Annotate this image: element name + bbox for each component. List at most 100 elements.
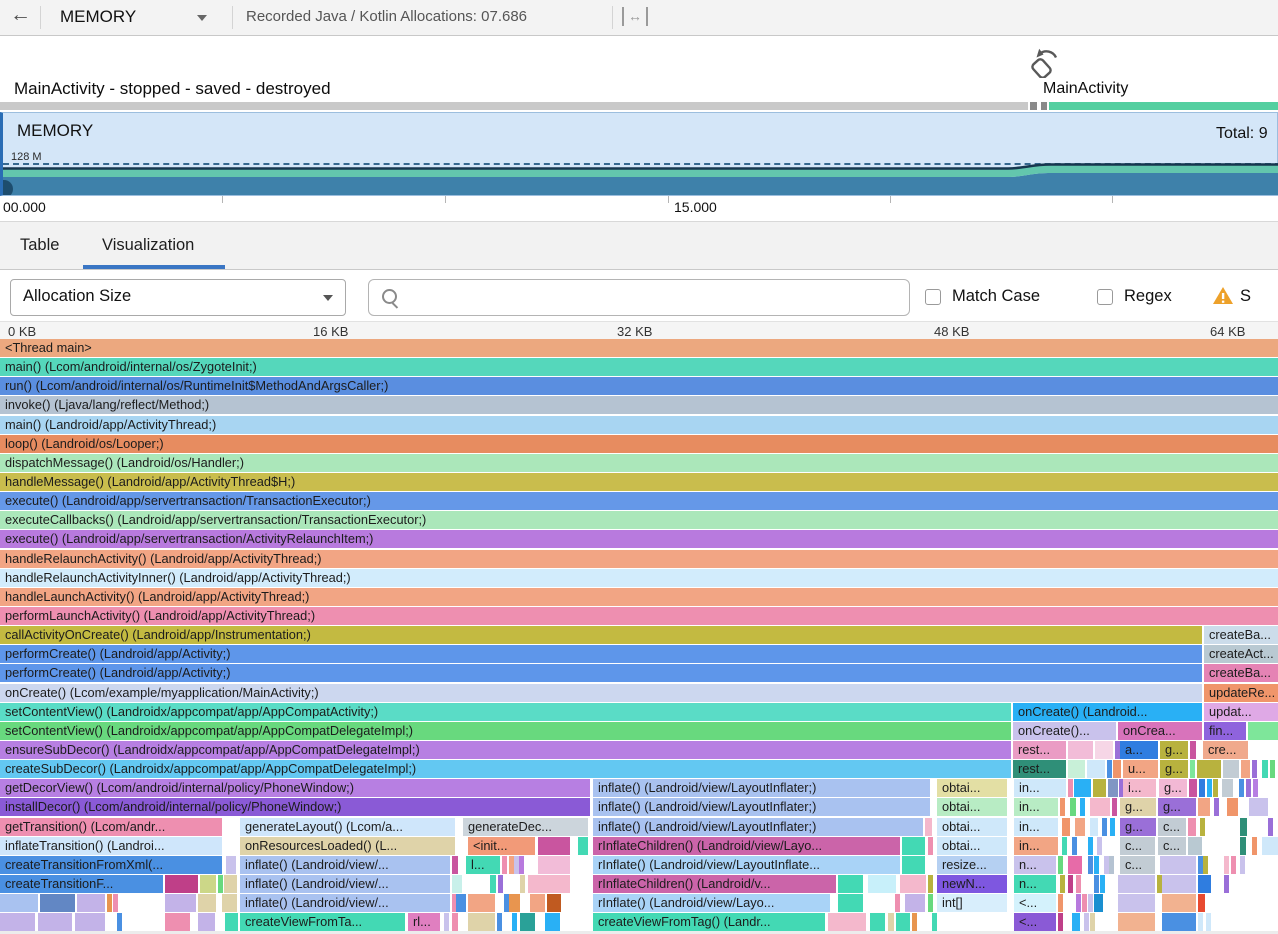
flame-segment[interactable] (218, 875, 223, 893)
flame-segment[interactable]: in... (1014, 837, 1058, 855)
flame-segment[interactable] (838, 894, 863, 912)
flame-segment[interactable] (1094, 856, 1099, 874)
flame-segment[interactable] (113, 894, 118, 912)
flame-segment[interactable]: in... (1014, 818, 1058, 836)
flame-segment[interactable] (900, 875, 926, 893)
flame-segment[interactable] (1262, 760, 1268, 778)
flame-segment[interactable]: obtai... (937, 798, 1007, 816)
group-by-dropdown[interactable]: Allocation Size (10, 279, 346, 316)
flame-segment[interactable] (1097, 837, 1102, 855)
flame-segment[interactable]: rInflateChildren() (Landroid/view/Layo..… (593, 837, 900, 855)
flame-segment[interactable]: generateLayout() (Lcom/a... (240, 818, 455, 836)
flame-segment[interactable] (1076, 875, 1081, 893)
flame-segment[interactable] (1241, 760, 1250, 778)
flame-segment[interactable] (1239, 779, 1244, 797)
flame-segment[interactable] (838, 875, 863, 893)
flame-segment[interactable] (225, 913, 238, 931)
flame-segment[interactable] (1199, 779, 1205, 797)
flame-segment[interactable] (888, 913, 894, 931)
flame-segment[interactable] (1113, 760, 1121, 778)
flame-segment[interactable] (1252, 760, 1257, 778)
flame-segment[interactable] (1090, 913, 1095, 931)
back-button[interactable]: ← (10, 3, 31, 27)
flame-segment[interactable] (1088, 837, 1093, 855)
flame-segment[interactable] (1058, 894, 1063, 912)
flame-segment[interactable]: performCreate() (Landroid/app/Activity;) (0, 645, 1202, 663)
flame-segment[interactable]: i... (1123, 779, 1156, 797)
flame-segment[interactable] (1080, 798, 1085, 816)
flame-segment[interactable] (1094, 875, 1099, 893)
flame-segment[interactable] (1088, 894, 1093, 912)
flame-segment[interactable] (1084, 913, 1089, 931)
flame-segment[interactable]: main() (Landroid/app/ActivityThread;) (0, 416, 1278, 434)
flame-segment[interactable]: updat... (1204, 703, 1278, 721)
flame-segment[interactable]: generateDec... (463, 818, 588, 836)
flame-segment[interactable]: <Thread main> (0, 339, 1278, 357)
flame-segment[interactable] (538, 837, 570, 855)
flame-segment[interactable]: createViewFromTa... (240, 913, 405, 931)
timeline-axis[interactable]: 00.00015.000 (0, 196, 1278, 221)
flame-segment[interactable]: in... (1014, 779, 1066, 797)
flame-segment[interactable]: callActivityOnCreate() (Landroid/app/Ins… (0, 626, 1202, 644)
flame-segment[interactable]: onCreate() (Lcom/example/myapplication/M… (0, 684, 1202, 702)
flame-segment[interactable] (1162, 875, 1196, 893)
flame-segment[interactable]: performCreate() (Landroid/app/Activity;) (0, 664, 1202, 682)
flame-segment[interactable]: obtai... (937, 818, 1007, 836)
flame-segment[interactable] (1058, 913, 1063, 931)
flame-segment[interactable]: onResourcesLoaded() (L... (240, 837, 455, 855)
flame-segment[interactable] (1160, 856, 1196, 874)
flame-segment[interactable] (497, 913, 502, 931)
flame-segment[interactable] (452, 913, 458, 931)
search-box[interactable] (368, 279, 910, 316)
flame-segment[interactable]: installDecor() (Lcom/android/internal/po… (0, 798, 590, 816)
flame-segment[interactable] (1253, 779, 1258, 797)
flame-segment[interactable]: createAct... (1204, 645, 1278, 663)
flame-segment[interactable] (452, 856, 458, 874)
flame-segment[interactable] (198, 913, 215, 931)
flame-segment[interactable] (1198, 894, 1205, 912)
flame-segment[interactable] (1108, 779, 1118, 797)
flame-segment[interactable] (1203, 856, 1208, 874)
flame-segment[interactable]: onCrea... (1118, 722, 1202, 740)
flame-segment[interactable]: handleMessage() (Landroid/app/ActivityTh… (0, 473, 1278, 491)
flame-segment[interactable] (902, 837, 925, 855)
flame-segment[interactable] (1068, 741, 1093, 759)
flame-segment[interactable] (1240, 818, 1247, 836)
flame-segment[interactable]: <init... (468, 837, 535, 855)
flame-segment[interactable]: l... (466, 856, 500, 874)
flame-segment[interactable]: g... (1158, 798, 1196, 816)
flame-segment[interactable] (1075, 818, 1085, 836)
flame-segment[interactable]: resize... (937, 856, 1007, 874)
zoom-to-fit-icon[interactable]: ↔ (622, 7, 648, 26)
flame-segment[interactable]: g... (1159, 779, 1187, 797)
flame-segment[interactable]: execute() (Landroid/app/servertransactio… (0, 492, 1278, 510)
flame-segment[interactable]: getTransition() (Lcom/andr... (0, 818, 222, 836)
flame-segment[interactable] (1068, 760, 1085, 778)
flame-segment[interactable]: executeCallbacks() (Landroid/app/servert… (0, 511, 1278, 529)
flame-segment[interactable] (1093, 779, 1106, 797)
flame-segment[interactable] (224, 875, 237, 893)
flame-segment[interactable]: createBa... (1204, 664, 1278, 682)
flame-segment[interactable] (538, 856, 570, 874)
flame-segment[interactable]: onCreate()... (1013, 722, 1116, 740)
flame-segment[interactable] (0, 894, 38, 912)
flame-segment[interactable] (912, 913, 917, 931)
flame-segment[interactable] (520, 913, 535, 931)
memory-track[interactable]: MEMORY Total: 9 128 M (0, 112, 1278, 196)
flame-segment[interactable]: handleLaunchActivity() (Landroid/app/Act… (0, 588, 1278, 606)
flame-segment[interactable] (509, 894, 520, 912)
flame-segment[interactable] (1213, 779, 1218, 797)
flame-segment[interactable] (1198, 875, 1211, 893)
flame-segment[interactable] (1100, 875, 1105, 893)
flame-segment[interactable]: createViewFromTag() (Landr... (593, 913, 825, 931)
flame-segment[interactable] (1268, 818, 1273, 836)
flame-segment[interactable] (1270, 760, 1275, 778)
flame-segment[interactable] (1224, 856, 1229, 874)
flame-segment[interactable] (226, 856, 236, 874)
flame-segment[interactable]: handleRelaunchActivity() (Landroid/app/A… (0, 550, 1278, 568)
flame-segment[interactable] (512, 913, 517, 931)
flame-segment[interactable] (502, 856, 507, 874)
flame-segment[interactable] (1068, 779, 1073, 797)
flame-segment[interactable] (1074, 779, 1091, 797)
match-case-label[interactable]: Match Case (952, 287, 1040, 306)
